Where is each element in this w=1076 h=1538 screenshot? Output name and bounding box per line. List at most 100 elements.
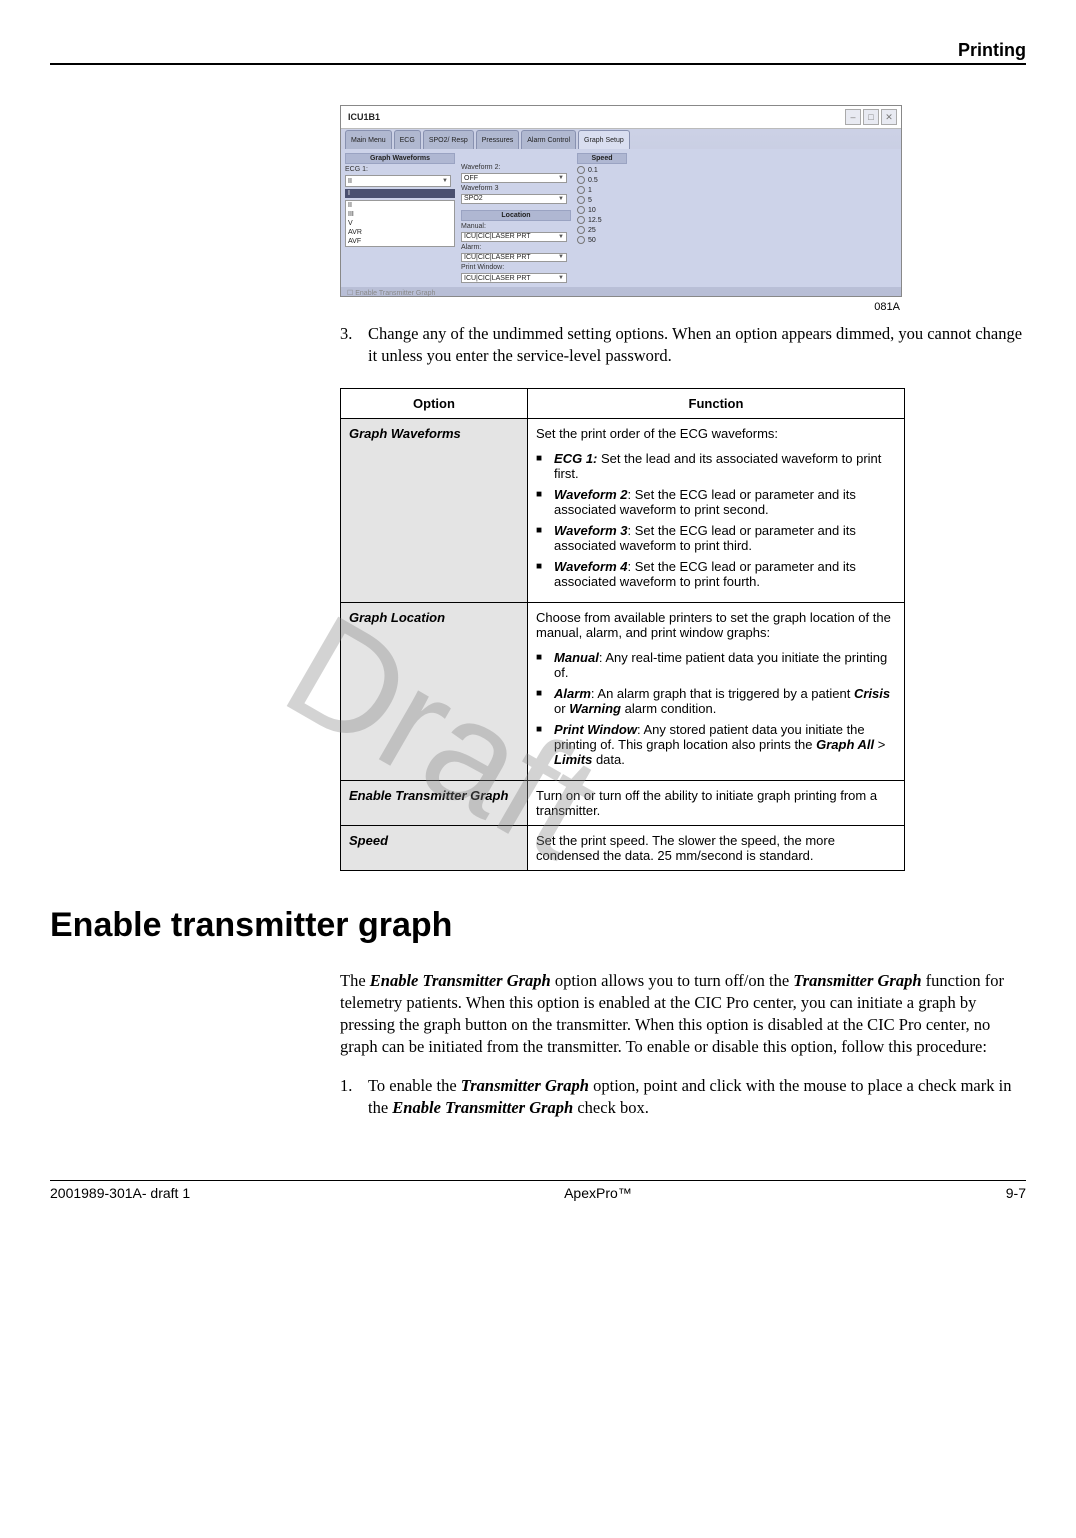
close-icon[interactable]: ✕: [881, 109, 897, 125]
lead-iii[interactable]: III: [348, 210, 452, 219]
section-heading: Enable transmitter graph: [50, 906, 1026, 945]
tab-alarm[interactable]: Alarm Control: [521, 130, 576, 149]
waveform2-dropdown[interactable]: OFF ▼: [461, 173, 567, 183]
options-table: Option Function Graph Waveforms Set the …: [340, 388, 905, 871]
b: ECG 1:: [554, 451, 597, 466]
func-speed: Set the print speed. The slower the spee…: [528, 825, 905, 870]
w2-value: OFF: [464, 175, 478, 182]
b: Limits: [554, 752, 592, 767]
step-text: To enable the Transmitter Graph option, …: [368, 1075, 1026, 1120]
ecg1-label: ECG 1:: [345, 166, 455, 173]
t: check box.: [573, 1098, 649, 1117]
ecg1-dropdown[interactable]: II▼: [345, 175, 451, 187]
w2-label: Waveform 2:: [461, 164, 571, 171]
t: To enable the: [368, 1076, 461, 1095]
t: The: [340, 971, 370, 990]
b: Print Window: [554, 722, 637, 737]
step-number: 1.: [340, 1075, 368, 1120]
ss-tabs: Main Menu ECG SPO2/ Resp Pressures Alarm…: [341, 129, 901, 149]
tab-spo2[interactable]: SPO2/ Resp: [423, 130, 474, 149]
group-waveforms: Graph Waveforms: [345, 153, 455, 164]
intro-text: Choose from available printers to set th…: [536, 610, 891, 640]
b: Warning: [569, 701, 621, 716]
b: Transmitter Graph: [793, 971, 921, 990]
alarm-value: ICU|CIC|LASER PRT: [464, 254, 531, 261]
b: Crisis: [854, 686, 890, 701]
func-graph-location: Choose from available printers to set th…: [528, 602, 905, 780]
w3-value: SPO2: [464, 195, 483, 202]
chevron-down-icon: ▼: [558, 234, 564, 240]
chevron-down-icon: ▼: [558, 275, 564, 281]
func-graph-waveforms: Set the print order of the ECG waveforms…: [528, 418, 905, 602]
printwin-label: Print Window:: [461, 264, 571, 271]
func-enable-transmitter: Turn on or turn off the ability to initi…: [528, 780, 905, 825]
opt-graph-location: Graph Location: [341, 602, 528, 780]
embedded-screenshot: ICU1B1 – □ ✕ Main Menu ECG SPO2/ Resp Pr…: [340, 105, 902, 297]
lead-avr[interactable]: AVR: [348, 228, 452, 237]
b: Graph All: [816, 737, 874, 752]
t: option allows you to turn off/on the: [551, 971, 794, 990]
step-text: Change any of the undimmed setting optio…: [368, 323, 1026, 368]
chevron-down-icon: ▼: [558, 196, 564, 202]
checkbox-label: Enable Transmitter Graph: [355, 290, 435, 297]
opt-graph-waveforms: Graph Waveforms: [341, 418, 528, 602]
b: Waveform 2: [554, 487, 627, 502]
b: Transmitter Graph: [461, 1076, 589, 1095]
group-speed: Speed: [577, 153, 627, 164]
chevron-down-icon: ▼: [558, 254, 564, 260]
page-header: Printing: [50, 40, 1026, 65]
body-paragraph: The Enable Transmitter Graph option allo…: [340, 970, 1026, 1059]
chevron-down-icon: ▼: [442, 178, 448, 184]
lead-avf[interactable]: AVF: [348, 237, 452, 246]
minimize-icon[interactable]: –: [845, 109, 861, 125]
footer-center: ApexPro™: [564, 1185, 632, 1201]
maximize-icon[interactable]: □: [863, 109, 879, 125]
speed-5[interactable]: 5: [577, 196, 627, 204]
t: or: [554, 701, 569, 716]
ss-window-title: ICU1B1: [345, 112, 380, 122]
tab-main[interactable]: Main Menu: [345, 130, 392, 149]
speed-25[interactable]: 25: [577, 226, 627, 234]
t: : Any real-time patient data you initiat…: [554, 650, 887, 680]
speed-1[interactable]: 1: [577, 186, 627, 194]
step-number: 3.: [340, 323, 368, 368]
b: Waveform 4: [554, 559, 627, 574]
t: alarm condition.: [621, 701, 716, 716]
speed-12-5[interactable]: 12.5: [577, 216, 627, 224]
t: : An alarm graph that is triggered by a …: [591, 686, 854, 701]
chevron-down-icon: ▼: [558, 175, 564, 181]
b: Enable Transmitter Graph: [370, 971, 551, 990]
opt-enable-transmitter: Enable Transmitter Graph: [341, 780, 528, 825]
th-option: Option: [341, 388, 528, 418]
tab-pressures[interactable]: Pressures: [476, 130, 520, 149]
speed-50[interactable]: 50: [577, 236, 627, 244]
manual-label: Manual:: [461, 223, 571, 230]
tab-ecg[interactable]: ECG: [394, 130, 421, 149]
printwin-dropdown[interactable]: ICU|CIC|LASER PRT ▼: [461, 273, 567, 283]
b: Enable Transmitter Graph: [392, 1098, 573, 1117]
speed-0-1[interactable]: 0.1: [577, 166, 627, 174]
lead-i[interactable]: I: [345, 189, 455, 198]
speed-10[interactable]: 10: [577, 206, 627, 214]
alarm-dropdown[interactable]: ICU|CIC|LASER PRT ▼: [461, 253, 567, 263]
image-reference: 081A: [340, 301, 900, 313]
manual-value: ICU|CIC|LASER PRT: [464, 233, 531, 240]
group-location: Location: [461, 210, 571, 221]
printwin-value: ICU|CIC|LASER PRT: [464, 275, 531, 282]
alarm-label: Alarm:: [461, 244, 571, 251]
tab-graph-setup[interactable]: Graph Setup: [578, 130, 630, 149]
waveform3-dropdown[interactable]: SPO2 ▼: [461, 194, 567, 204]
footer-left: 2001989-301A- draft 1: [50, 1185, 190, 1201]
footer-right: 9-7: [1006, 1185, 1026, 1201]
intro-text: Set the print order of the ECG waveforms…: [536, 426, 778, 441]
t: Set the lead and its associated waveform…: [554, 451, 881, 481]
lead-ii[interactable]: II: [348, 201, 452, 210]
b: Manual: [554, 650, 599, 665]
manual-dropdown[interactable]: ICU|CIC|LASER PRT ▼: [461, 232, 567, 242]
b: Alarm: [554, 686, 591, 701]
header-section: Printing: [958, 40, 1026, 60]
lead-v[interactable]: V: [348, 219, 452, 228]
speed-0-5[interactable]: 0.5: [577, 176, 627, 184]
enable-transmitter-checkbox[interactable]: ☐ Enable Transmitter Graph: [341, 287, 901, 299]
t: >: [874, 737, 885, 752]
